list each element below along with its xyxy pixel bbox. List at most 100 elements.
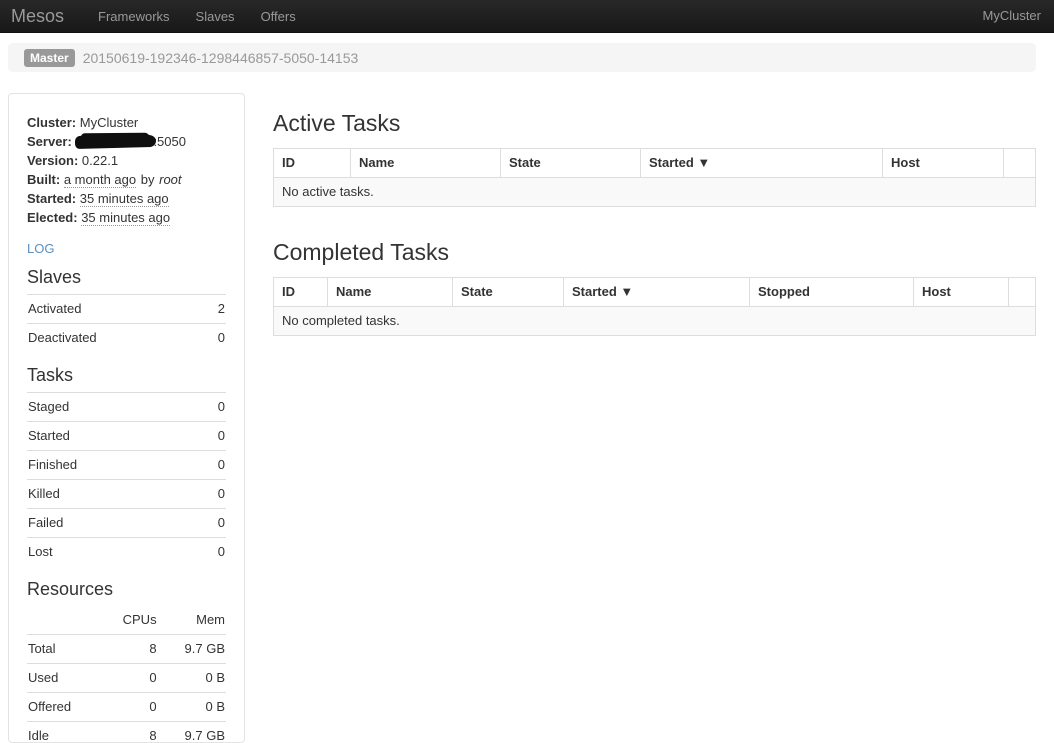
built-user: root [159,172,181,187]
elected-info: Elected: 35 minutes ago [27,208,226,227]
column-header-empty [1009,278,1036,307]
tasks-row-value: 0 [196,422,226,451]
nav-item-slaves[interactable]: Slaves [183,0,248,33]
slaves-table: Activated2Deactivated0 [27,294,226,352]
active-tasks-table: IDNameStateStarted ▼Host No active tasks… [273,148,1036,207]
tasks-row-staged: Staged0 [27,393,226,422]
tasks-row-finished: Finished0 [27,451,226,480]
resources-row-cpus: 8 [100,635,158,664]
log-link[interactable]: LOG [27,240,54,258]
active-tasks-header-row: IDNameStateStarted ▼Host [274,149,1036,178]
slaves-row-activated: Activated2 [27,295,226,324]
resources-row-label: Offered [27,693,100,722]
column-header-state[interactable]: State [453,278,564,307]
tasks-row-label: Staged [27,393,196,422]
column-header-name[interactable]: Name [328,278,453,307]
started-label: Started: [27,191,76,206]
completed-tasks-body: No completed tasks. [274,307,1036,336]
tasks-row-value: 0 [196,509,226,538]
resources-row-cpus: 0 [100,664,158,693]
built-label: Built: [27,172,60,187]
completed-tasks-empty-message: No completed tasks. [274,307,1036,336]
completed-tasks-title: Completed Tasks [273,240,1035,264]
resources-section-title: Resources [27,578,226,600]
column-header-state[interactable]: State [501,149,641,178]
tasks-row-label: Failed [27,509,196,538]
resources-table: CPUsMem Total89.7 GBUsed00 BOffered00 BI… [27,606,226,743]
column-header-started[interactable]: Started ▼ [564,278,750,307]
active-tasks-title: Active Tasks [273,111,1035,135]
slaves-row-value: 0 [203,324,226,353]
resources-row-label: Idle [27,722,100,743]
server-label: Server: [27,134,72,149]
column-header-id[interactable]: ID [274,278,328,307]
active-tasks-empty-row: No active tasks. [274,178,1036,207]
tasks-row-value: 0 [196,538,226,567]
built-info: Built: a month ago by root [27,170,226,189]
column-header-started[interactable]: Started ▼ [641,149,883,178]
brand-mesos[interactable]: Mesos [0,0,75,33]
tasks-row-label: Lost [27,538,196,567]
resources-header-row: CPUsMem [27,606,226,635]
tasks-table-body: Staged0Started0Finished0Killed0Failed0Lo… [27,393,226,567]
built-time: a month ago [64,172,136,188]
resources-row-mem: 9.7 GB [158,635,226,664]
resources-row-label: Total [27,635,100,664]
tasks-row-label: Killed [27,480,196,509]
resources-row-offered: Offered00 B [27,693,226,722]
resources-row-used: Used00 B [27,664,226,693]
cluster-value: MyCluster [80,115,139,130]
tasks-table: Staged0Started0Finished0Killed0Failed0Lo… [27,392,226,566]
resources-row-cpus: 8 [100,722,158,743]
server-port: :5050 [153,134,186,149]
resources-row-total: Total89.7 GB [27,635,226,664]
active-tasks-body: No active tasks. [274,178,1036,207]
redacted-server-address [75,134,153,149]
resources-col-label [27,606,100,635]
slaves-row-label: Activated [27,295,203,324]
slaves-table-body: Activated2Deactivated0 [27,295,226,353]
column-header-stopped[interactable]: Stopped [750,278,914,307]
cluster-info: Cluster: MyCluster [27,113,226,132]
server-info: Server: :5050 [27,132,226,151]
master-badge: Master [24,49,75,67]
cluster-label: Cluster: [27,115,76,130]
tasks-row-label: Finished [27,451,196,480]
tasks-row-value: 0 [196,393,226,422]
tasks-row-lost: Lost0 [27,538,226,567]
column-header-id[interactable]: ID [274,149,351,178]
tasks-row-label: Started [27,422,196,451]
version-info: Version: 0.22.1 [27,151,226,170]
completed-tasks-empty-row: No completed tasks. [274,307,1036,336]
sidebar-well: Cluster: MyCluster Server: :5050 Version… [8,93,245,743]
resources-table-body: Total89.7 GBUsed00 BOffered00 BIdle89.7 … [27,635,226,743]
built-conjunction: by [141,172,155,187]
resources-row-label: Used [27,664,100,693]
master-id-text: 20150619-192346-1298446857-5050-14153 [83,49,359,67]
column-header-host[interactable]: Host [914,278,1009,307]
tasks-section-title: Tasks [27,364,226,386]
top-navbar: Mesos FrameworksSlavesOffers MyCluster [0,0,1054,33]
tasks-row-failed: Failed0 [27,509,226,538]
column-header-host[interactable]: Host [883,149,1004,178]
completed-tasks-header-row: IDNameStateStarted ▼StoppedHost [274,278,1036,307]
slaves-row-label: Deactivated [27,324,203,353]
elected-value: 35 minutes ago [81,210,170,226]
resources-row-idle: Idle89.7 GB [27,722,226,743]
resources-row-cpus: 0 [100,693,158,722]
nav-item-frameworks[interactable]: Frameworks [85,0,183,33]
nav-item-offers[interactable]: Offers [248,0,309,33]
navbar-menu: FrameworksSlavesOffers [85,0,309,33]
tasks-row-value: 0 [196,451,226,480]
active-tasks-empty-message: No active tasks. [274,178,1036,207]
version-label: Version: [27,153,78,168]
elected-label: Elected: [27,210,78,225]
slaves-row-value: 2 [203,295,226,324]
started-value: 35 minutes ago [80,191,169,207]
version-value: 0.22.1 [82,153,118,168]
slaves-row-deactivated: Deactivated0 [27,324,226,353]
main-content: Active Tasks IDNameStateStarted ▼Host No… [273,111,1035,336]
tasks-row-started: Started0 [27,422,226,451]
resources-col-cpus: CPUs [100,606,158,635]
column-header-name[interactable]: Name [351,149,501,178]
